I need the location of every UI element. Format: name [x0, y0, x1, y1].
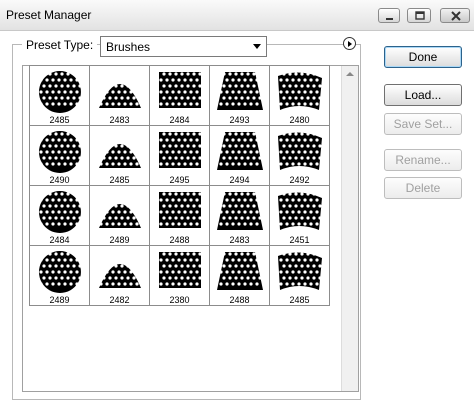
flyout-arrow-icon — [348, 41, 352, 47]
brush-thumbnail[interactable]: 2494 — [209, 125, 270, 186]
vertical-scrollbar[interactable] — [341, 66, 358, 391]
brush-size-label: 2490 — [49, 175, 70, 185]
spiral-dot-brush-icon — [217, 192, 263, 230]
brush-thumbnail[interactable]: 2495 — [149, 125, 210, 186]
close-button[interactable] — [440, 8, 470, 23]
brush-size-label: 2451 — [289, 235, 310, 245]
brush-thumbnail[interactable]: 2483 — [89, 65, 150, 126]
triangle-dot-brush-icon — [99, 192, 142, 228]
rename-button[interactable]: Rename... — [384, 149, 462, 171]
preset-type-value: Brushes — [106, 40, 151, 54]
brush-thumbnail[interactable]: 2490 — [29, 125, 90, 186]
chevron-down-icon — [253, 44, 261, 49]
brush-thumbnail[interactable]: 2484 — [29, 185, 90, 246]
brush-thumbnail[interactable]: 2483 — [209, 185, 270, 246]
brush-size-label: 2485 — [109, 175, 130, 185]
arch-dot-brush-icon — [99, 252, 142, 288]
bulged-dot-grid-brush-icon — [159, 192, 202, 228]
square-dot-grid-brush-icon — [159, 72, 202, 108]
scroll-up-icon[interactable] — [346, 72, 354, 76]
brush-size-label: 2380 — [169, 295, 190, 305]
maximize-icon — [415, 11, 425, 20]
brush-thumbnail[interactable]: 2451 — [269, 185, 330, 246]
brush-thumbnail[interactable]: 2489 — [29, 245, 90, 306]
brush-size-label: 2483 — [109, 115, 130, 125]
brush-size-label: 2489 — [49, 295, 70, 305]
perspective-dot-sheet-brush-icon — [38, 131, 82, 173]
flag-dot-grid-brush-icon — [159, 252, 202, 288]
shell-dot-brush-icon — [99, 72, 142, 108]
funnel-dot-brush-icon — [217, 252, 263, 290]
panel-menu-button[interactable] — [343, 37, 356, 50]
brush-size-label: 2484 — [169, 115, 190, 125]
brush-thumbnail[interactable]: 2489 — [89, 185, 150, 246]
save-set-button[interactable]: Save Set... — [384, 113, 462, 135]
brush-size-label: 2482 — [109, 295, 130, 305]
delete-button[interactable]: Delete — [384, 177, 462, 199]
minimize-icon — [386, 18, 393, 20]
tilted-dot-sheet-brush-icon — [99, 132, 142, 168]
brush-thumbnail[interactable]: 2485 — [269, 245, 330, 306]
dot-ribbon-brush-icon — [217, 132, 263, 170]
globe-dot-brush-icon — [278, 192, 322, 230]
wavy-dot-sheet-brush-icon — [278, 72, 322, 110]
bubble-cluster-brush-icon — [278, 252, 322, 290]
brush-size-label: 2480 — [289, 115, 310, 125]
window-title: Preset Manager — [6, 8, 92, 22]
curved-dot-sheet-brush-icon — [38, 191, 82, 233]
close-icon — [451, 11, 461, 21]
brush-thumbnail[interactable]: 2488 — [209, 245, 270, 306]
brush-size-label: 2492 — [289, 175, 310, 185]
brush-thumbnail[interactable]: 2484 — [149, 65, 210, 126]
brush-thumbnail-grid: 2485 2483 2484 2493 2480 2490 2485 2495 2494 2492… — [29, 65, 330, 306]
brush-thumbnail[interactable]: 2485 — [89, 125, 150, 186]
preset-type-label: Preset Type: — [22, 38, 98, 52]
fan-dot-brush-icon — [278, 132, 322, 170]
brush-size-label: 2489 — [109, 235, 130, 245]
brush-size-label: 2488 — [169, 235, 190, 245]
load-button[interactable]: Load... — [384, 84, 462, 106]
brush-thumbnail[interactable]: 2485 — [29, 65, 90, 126]
brush-size-label: 2483 — [229, 235, 250, 245]
brush-size-label: 2484 — [49, 235, 70, 245]
trapezoid-dot-brush-icon — [217, 72, 263, 110]
title-bar: Preset Manager — [0, 0, 474, 31]
brush-thumbnail[interactable]: 2380 — [149, 245, 210, 306]
brush-size-label: 2495 — [169, 175, 190, 185]
brush-size-label: 2485 — [49, 115, 70, 125]
brush-thumbnail[interactable]: 2492 — [269, 125, 330, 186]
maximize-button[interactable] — [407, 8, 431, 23]
fold-dot-sheet-brush-icon — [38, 251, 82, 293]
brush-thumbnail[interactable]: 2493 — [209, 65, 270, 126]
brush-thumbnail[interactable]: 2482 — [89, 245, 150, 306]
brush-size-label: 2485 — [289, 295, 310, 305]
brush-size-label: 2494 — [229, 175, 250, 185]
sphere-dot-brush-icon — [38, 71, 82, 113]
brush-thumbnail[interactable]: 2480 — [269, 65, 330, 126]
brush-thumbnail[interactable]: 2488 — [149, 185, 210, 246]
preset-type-select[interactable]: Brushes — [100, 36, 267, 57]
dome-dot-brush-icon — [159, 132, 202, 168]
done-button[interactable]: Done — [384, 46, 462, 68]
brush-size-label: 2493 — [229, 115, 250, 125]
brush-size-label: 2488 — [229, 295, 250, 305]
minimize-button[interactable] — [378, 8, 400, 23]
